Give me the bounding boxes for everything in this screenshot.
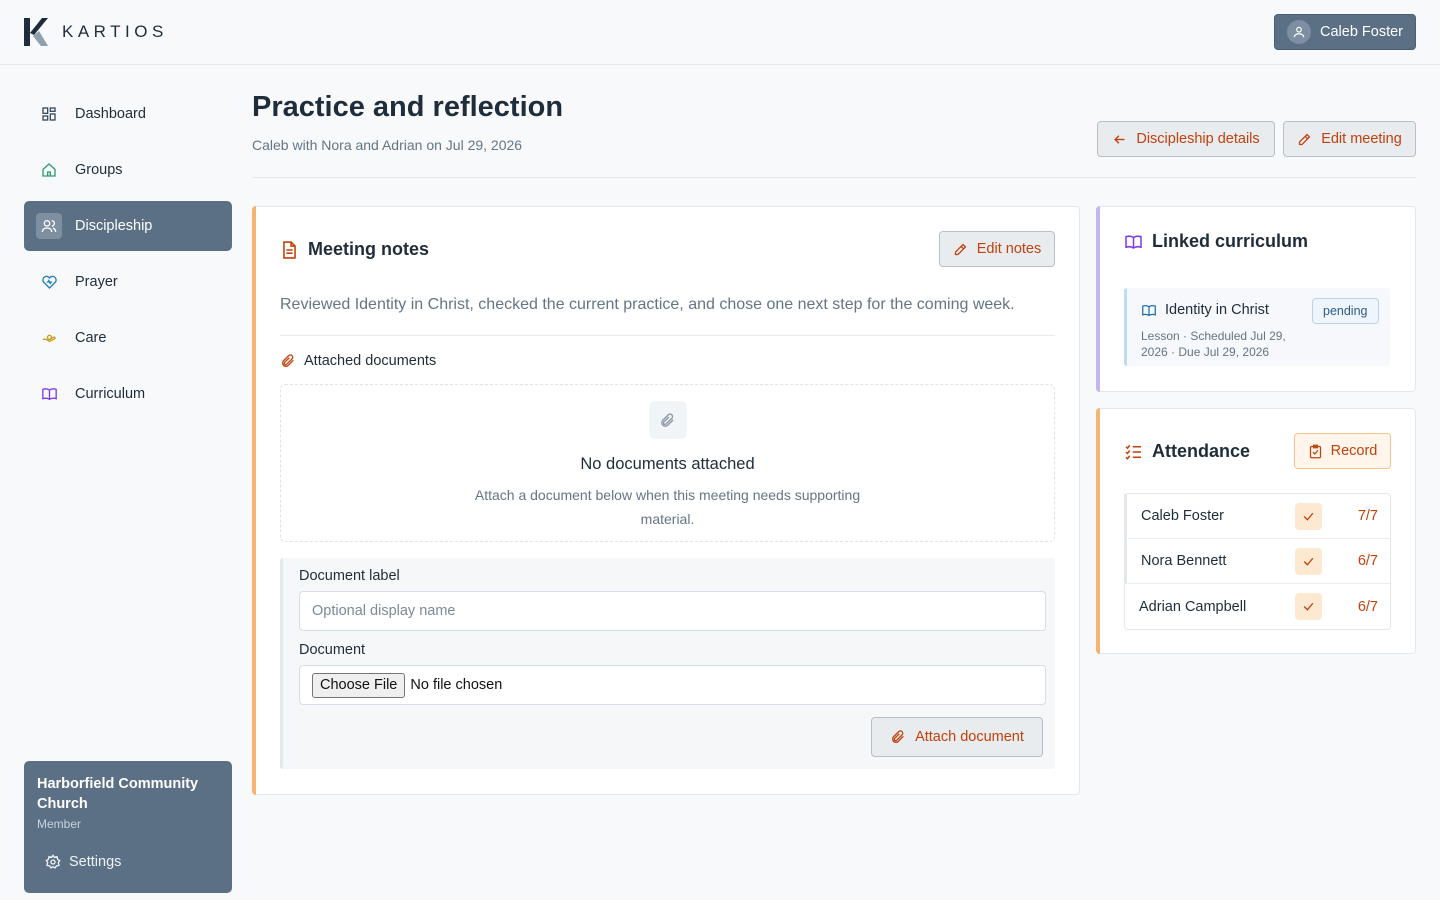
user-menu-button[interactable]: Caleb Foster [1274,14,1416,50]
clipboard-check-icon [1309,444,1321,458]
attendance-heading: Attendance [1124,441,1250,462]
curriculum-item[interactable]: Identity in Christ Lesson · Scheduled Ju… [1124,288,1390,366]
attendance-check[interactable] [1295,502,1322,530]
arrow-left-icon [1114,134,1125,144]
book-icon [1142,304,1156,316]
sidebar-item-label: Care [75,330,107,346]
sidebar-item-care[interactable]: Care [24,313,232,363]
sidebar-item-label: Dashboard [75,106,146,122]
attach-document-button[interactable]: Attach document [871,717,1043,757]
organization-card: Harborfield Community Church Member Sett… [24,761,232,893]
paperclip-icon [282,354,294,367]
header-divider [252,177,1416,178]
choose-file-button[interactable]: Choose File [312,672,406,698]
record-attendance-button[interactable]: Record [1294,433,1391,469]
top-bar: KARTIOS Caleb Foster [0,0,1440,65]
brand-logo[interactable]: KARTIOS [22,16,168,48]
brand-name: KARTIOS [62,22,168,41]
divider [280,335,1055,336]
heart-icon [41,275,57,289]
linked-curriculum-card: Linked curriculum Identity in Christ Les… [1096,206,1416,392]
attendance-score: 7/7 [1357,508,1378,524]
attendance-score: 6/7 [1357,553,1378,569]
pencil-icon [954,243,967,255]
sidebar-item-label: Groups [75,162,123,178]
sidebar-item-discipleship[interactable]: Discipleship [24,201,232,251]
curriculum-item-meta: Lesson · Scheduled Jul 29, 2026 · Due Ju… [1141,329,1286,359]
no-file-text: No file chosen [410,677,503,693]
edit-notes-button[interactable]: Edit notes [939,231,1055,267]
sidebar-item-groups[interactable]: Groups [24,145,232,195]
sidebar-item-label: Prayer [75,274,118,290]
table-row: Nora Bennett 6/7 [1124,539,1390,584]
meeting-notes-card: Meeting notes Edit notes Reviewed Identi… [252,206,1080,795]
check-icon [1303,602,1314,611]
settings-label: Settings [69,854,122,870]
document-label-input[interactable]: Optional display name [299,591,1046,631]
sidebar-nav: Dashboard Groups Discipleship Prayer Car… [24,89,232,425]
check-icon [1303,557,1314,566]
meeting-notes-heading: Meeting notes [280,239,429,260]
attendee-name: Nora Bennett [1141,553,1227,569]
page-title: Practice and reflection [252,91,564,123]
empty-description: Attach a document below when this meetin… [474,487,861,527]
attendance-card: Attendance Record Caleb Foster 7/7 Nora … [1096,408,1416,654]
table-row: Caleb Foster 7/7 [1124,494,1390,539]
attach-document-form: Document label Optional display name Doc… [280,558,1055,769]
book-icon [41,388,57,401]
document-label-label: Document label [299,568,400,584]
pencil-icon [1299,133,1311,145]
user-icon [1293,26,1305,38]
settings-link[interactable]: Settings [45,854,219,870]
document-label: Document [299,642,366,658]
sidebar-item-label: Curriculum [75,386,146,402]
attendee-name: Adrian Campbell [1139,598,1247,615]
attached-documents-heading: Attached documents [280,353,436,369]
attendance-check[interactable] [1295,593,1322,620]
curriculum-item-title: Identity in Christ [1165,302,1269,318]
paperclip-icon [661,412,674,427]
avatar [1287,20,1311,44]
document-file-input[interactable]: Choose File No file chosen [299,665,1046,705]
checklist-icon [1125,444,1141,460]
sidebar-item-prayer[interactable]: Prayer [24,257,232,307]
check-icon [1303,512,1314,521]
org-name: Harborfield Community Church [37,776,199,812]
page-subtitle: Caleb with Nora and Adrian on Jul 29, 20… [252,137,523,153]
empty-documents-state: No documents attached Attach a document … [280,384,1055,542]
attendee-name: Caleb Foster [1141,508,1225,524]
sidebar-item-curriculum[interactable]: Curriculum [24,369,232,419]
document-icon [283,240,296,259]
users-icon [41,220,57,233]
user-name: Caleb Foster [1320,24,1404,40]
paperclip-icon [892,730,904,743]
sidebar-item-label: Discipleship [75,218,153,234]
discipleship-details-button[interactable]: Discipleship details [1097,121,1275,157]
book-icon [1125,235,1142,249]
kartios-logo-icon [24,18,48,46]
table-row: Adrian Campbell 6/7 [1125,584,1390,629]
edit-meeting-button[interactable]: Edit meeting [1283,121,1416,157]
empty-title: No documents attached [580,455,755,473]
attendance-check[interactable] [1295,547,1322,575]
care-hands-icon [42,334,56,343]
sidebar-item-dashboard[interactable]: Dashboard [24,89,232,139]
attendance-table: Caleb Foster 7/7 Nora Bennett 6/7 Adrian… [1124,493,1391,630]
dashboard-icon [42,107,56,121]
home-icon [42,163,56,177]
status-badge: pending [1312,298,1379,324]
org-role: Member [37,817,82,831]
linked-curriculum-heading: Linked curriculum [1124,231,1308,252]
gear-icon [45,854,61,869]
meeting-notes-text: Reviewed Identity in Christ, checked the… [280,296,1015,313]
attendance-score: 6/7 [1357,598,1378,615]
